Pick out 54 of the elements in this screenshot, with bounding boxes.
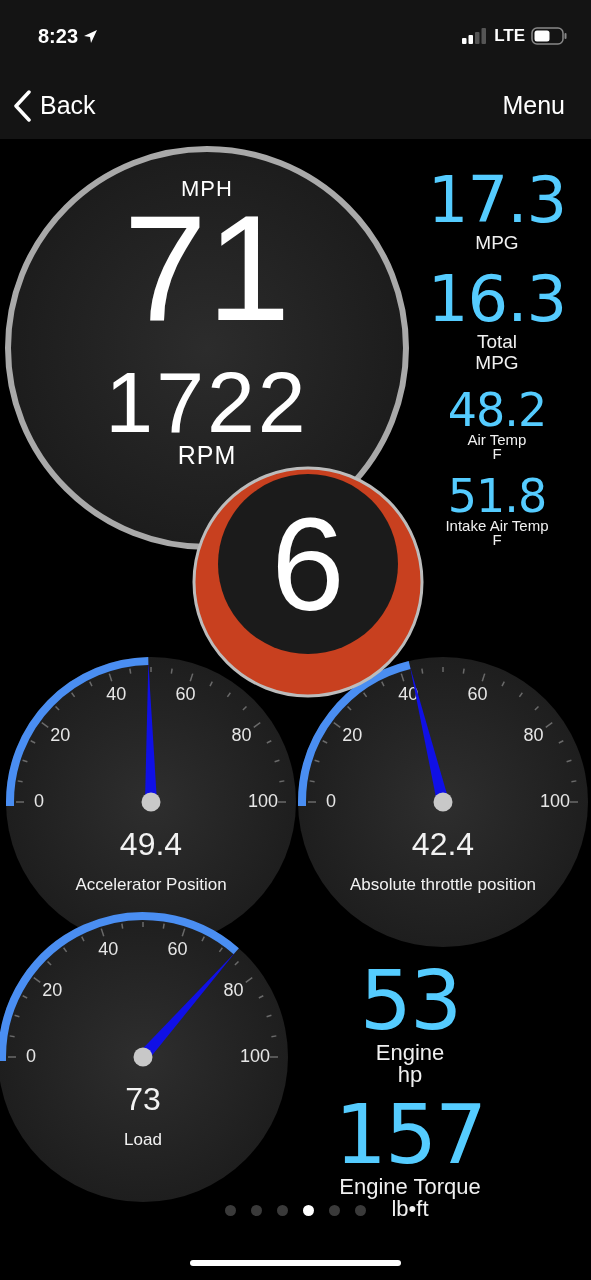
scale-label: 20 — [342, 724, 363, 745]
scale-label: 40 — [98, 939, 119, 960]
digital-readout: 157 — [334, 1094, 486, 1176]
scale-label: 80 — [231, 724, 252, 745]
scale-label: 20 — [50, 724, 71, 745]
gauge-label: Absolute throttle position — [349, 875, 537, 895]
needle-hub — [133, 1047, 153, 1067]
gauge-label: Load — [124, 1130, 162, 1150]
network-label: LTE — [494, 25, 525, 48]
status-time: 8:23 — [38, 24, 79, 49]
digital-readout: 48.2 — [447, 387, 547, 433]
scale-label: 20 — [42, 979, 63, 1000]
scale-label: 100 — [248, 790, 278, 811]
scale-label: 80 — [223, 979, 244, 1000]
readout-label: MPG — [475, 352, 519, 373]
digital-readout: 51.8 — [447, 473, 547, 519]
scale-label: 80 — [523, 724, 544, 745]
readout-label: Total — [476, 331, 518, 352]
scale-label: 60 — [167, 939, 188, 960]
readout-label: lb•ft — [391, 1198, 429, 1220]
battery-icon — [531, 27, 567, 45]
readout-label: F — [492, 447, 502, 461]
digital-readout: 16.3 — [427, 267, 567, 331]
readout-label: Engine — [375, 1042, 445, 1064]
scale-label: 100 — [240, 1045, 270, 1066]
readout-label: MPG — [475, 232, 519, 253]
location-arrow-icon — [83, 28, 99, 44]
scale-label: 100 — [540, 790, 570, 811]
signal-icon — [462, 28, 489, 44]
gauge-value: 49.4 — [119, 826, 183, 863]
gauge-label: Accelerator Position — [75, 875, 227, 895]
rpm-value: 1722 — [105, 359, 309, 445]
readout-label: Air Temp — [467, 433, 527, 447]
scale-label: 0 — [34, 790, 44, 811]
readout-label: Intake Air Temp — [445, 519, 549, 533]
digital-readout: 53 — [359, 960, 461, 1042]
gauge-value: 73 — [125, 1081, 161, 1118]
rpm-unit: RPM — [177, 443, 237, 468]
gear-value: 6 — [271, 490, 345, 638]
scale-label: 60 — [467, 684, 488, 705]
readout-label: F — [492, 533, 502, 547]
scale-label: 0 — [26, 1045, 36, 1066]
gauge-value: 42.4 — [411, 826, 475, 863]
digital-readout: 17.3 — [427, 168, 567, 232]
readout-label: hp — [397, 1064, 423, 1086]
readout-label: Engine Torque — [339, 1176, 481, 1198]
menu-button[interactable]: Menu — [502, 86, 565, 125]
needle-hub — [433, 792, 453, 812]
scale-label: 60 — [175, 684, 196, 705]
chevron-left-icon — [12, 89, 32, 122]
scale-label: 40 — [106, 684, 127, 705]
needle-hub — [141, 792, 161, 812]
back-button[interactable]: Back — [12, 86, 96, 125]
scale-label: 0 — [326, 790, 336, 811]
